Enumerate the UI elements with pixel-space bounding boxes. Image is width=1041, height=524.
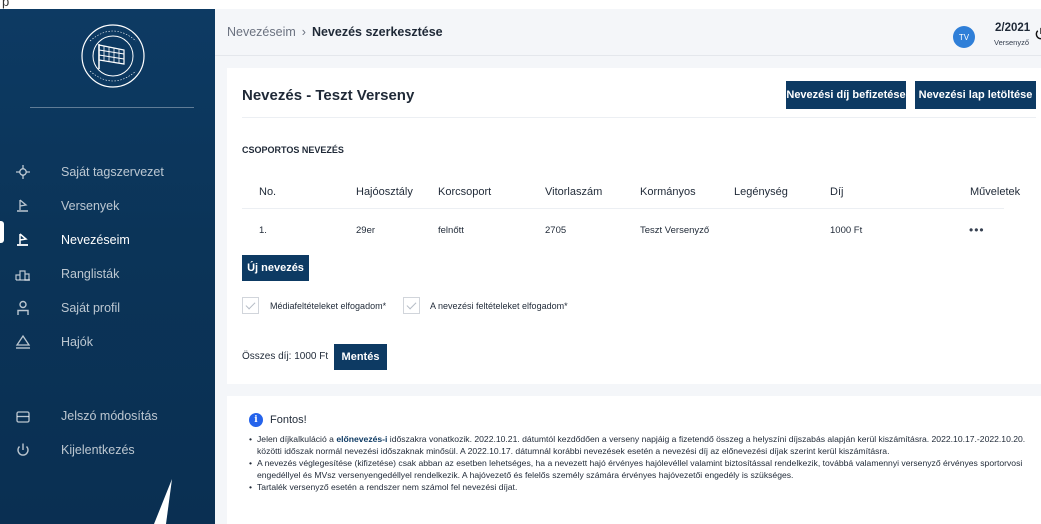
sidebar-nav: Saját tagszervezet Versenyek Nevezéseim … [0,155,215,359]
sidebar-item-sajat-tagszervezet[interactable]: Saját tagszervezet [0,155,215,189]
entry-edit-card: Nevezés - Teszt Verseny Nevezési díj bef… [227,68,1041,384]
media-terms-label: Médiafeltételeket elfogadom* [270,301,387,311]
clipped-text: p [2,0,10,9]
important-notice: i Fontos! Jelen díjkalkuláció a előnevez… [227,396,1041,524]
column-header-actions: Műveletek [970,186,1021,198]
avatar[interactable]: TV [953,26,975,48]
sidebar-item-label: Versenyek [61,199,120,213]
sidebar-item-label: Jelszó módosítás [61,409,158,423]
notice-text: Jelen díjkalkuláció a [257,434,337,444]
sidebar: Saját tagszervezet Versenyek Nevezéseim … [0,9,215,524]
federation-logo [81,24,145,88]
notice-header: i Fontos! [249,413,307,427]
column-header-no: No. [259,186,277,198]
lock-icon [16,411,30,423]
entry-terms-checkbox[interactable] [403,297,420,314]
top-header: Nevezéseim › Nevezés szerkesztése TV 2/2… [215,9,1041,56]
user-role: Versenyző [994,38,1030,47]
crosshair-icon [16,165,30,179]
sidebar-item-hajok[interactable]: Hajók [0,325,215,359]
sidebar-item-label: Saját tagszervezet [61,165,164,179]
download-entry-form-button[interactable]: Nevezési lap letöltése [915,81,1036,109]
sailboat-icon [17,233,28,246]
entry-terms-label: A nevezési feltételeket elfogadom* [430,301,568,311]
new-entry-button[interactable]: Új nevezés [242,255,309,281]
column-header-age-group: Korcsoport [438,186,492,198]
notice-title: Fontos! [270,414,307,426]
sidebar-item-jelszo-modositas[interactable]: Jelszó módosítás [0,399,215,433]
cell-sail-number: 2705 [545,225,567,236]
breadcrumb-current: Nevezés szerkesztése [311,25,443,39]
sidebar-item-label: Saját profil [61,301,121,315]
breadcrumb-separator: › [301,25,306,39]
column-header-crew: Legénység [734,186,788,198]
sidebar-item-sajat-profil[interactable]: Saját profil [0,291,215,325]
row-actions-menu-icon[interactable]: ••• [969,223,985,237]
card-divider [242,117,1036,118]
user-id: 2/2021 [995,22,1031,34]
cell-helmsman: Teszt Versenyző [640,225,710,236]
cell-boat-class: 29er [356,225,376,236]
user-icon [17,300,29,315]
list-item: Jelen díjkalkuláció a előnevezés-i idősz… [249,434,1039,457]
list-item: Tartalék versenyző esetén a rendszer nem… [249,482,1039,494]
sidebar-item-label: Hajók [61,335,93,349]
power-icon [17,443,29,456]
breadcrumb-parent-link[interactable]: Nevezéseim [227,25,296,39]
cell-age-group: felnőtt [438,225,464,236]
page-title: Nevezés - Teszt Verseny [242,87,415,104]
pay-entry-fee-button[interactable]: Nevezési díj befizetése [786,81,906,109]
total-fee: Összes díj: 1000 Ft [242,351,329,362]
cell-no: 1. [259,225,267,236]
media-terms-checkbox[interactable] [242,297,259,314]
podium-icon [15,270,30,281]
cell-fee: 1000 Ft [830,225,863,236]
triangle-boat-icon [15,334,31,349]
section-title: CSOPORTOS NEVEZÉS [242,145,344,155]
logout-power-icon[interactable] [1034,27,1041,41]
info-icon: i [249,413,263,427]
save-button[interactable]: Mentés [334,344,387,370]
column-header-boat-class: Hajóosztály [356,186,413,198]
sidebar-item-label: Nevezéseim [61,233,130,247]
column-header-helmsman: Kormányos [640,186,696,198]
list-item: A nevezés véglegesítése (kifizetése) csa… [249,458,1039,481]
notice-highlight: előnevezés-i [336,434,388,444]
column-header-sail-number: Vitorlaszám [545,186,603,198]
sidebar-item-nevezeseim[interactable]: Nevezéseim [0,223,215,257]
sidebar-item-label: Ranglisták [61,267,120,281]
column-header-fee: Díj [830,186,844,198]
top-strip: p [0,0,1041,9]
notice-list: Jelen díjkalkuláció a előnevezés-i idősz… [249,434,1039,495]
sailboat-icon [17,199,28,212]
decorative-sail-shape [154,479,172,524]
breadcrumb: Nevezéseim › Nevezés szerkesztése [227,25,443,39]
sidebar-divider [30,107,194,108]
table-divider [242,208,1004,209]
sidebar-item-ranglistak[interactable]: Ranglisták [0,257,215,291]
sidebar-item-versenyek[interactable]: Versenyek [0,189,215,223]
